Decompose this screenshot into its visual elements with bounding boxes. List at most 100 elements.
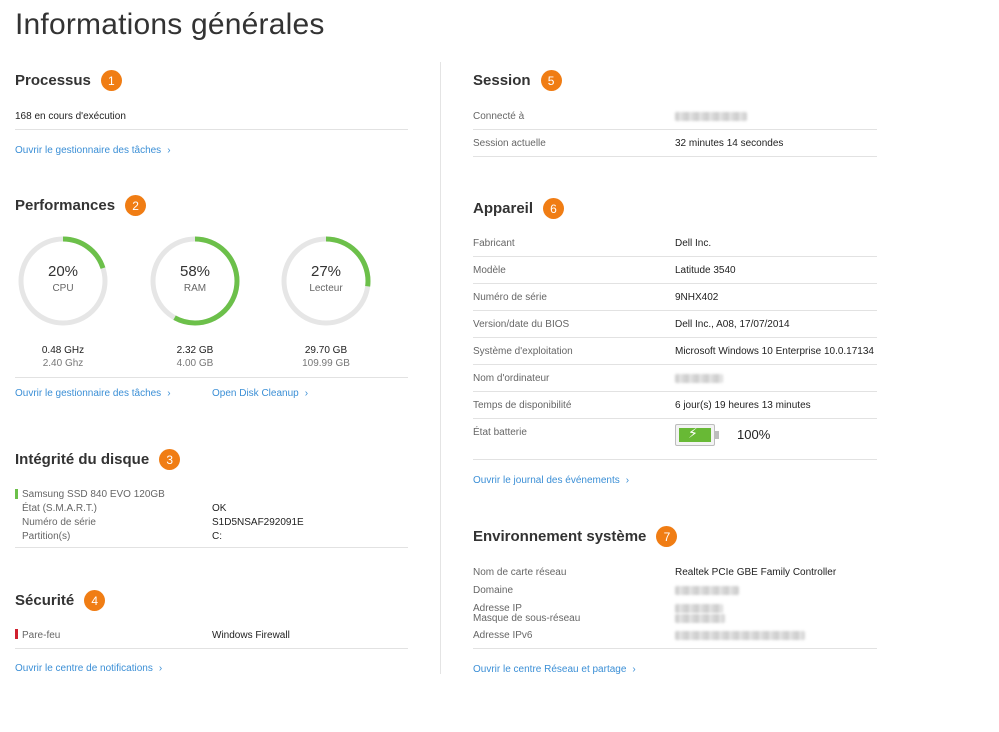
open-disk-cleanup-label: Open Disk Cleanup bbox=[212, 388, 299, 399]
divider bbox=[473, 459, 877, 460]
device-serial-value: 9NHX402 bbox=[675, 292, 719, 303]
cpu-gauge: 20% CPU bbox=[17, 235, 109, 327]
processus-badge: 1 bbox=[100, 70, 122, 91]
subnet-mask-label: Masque de sous-réseau bbox=[473, 613, 581, 624]
drive-label: Lecteur bbox=[309, 283, 343, 294]
connected-to-label: Connecté à bbox=[473, 111, 525, 122]
session-header: Session 5 bbox=[473, 70, 562, 91]
open-task-manager-link[interactable]: Ouvrir le gestionnaire des tâches › bbox=[15, 145, 171, 156]
battery-value: 100% bbox=[737, 427, 771, 442]
connected-to-redacted bbox=[675, 112, 747, 121]
bios-label: Version/date du BIOS bbox=[473, 319, 570, 330]
disk-serial-value: S1D5NSAF292091E bbox=[212, 517, 304, 528]
firewall-warning-indicator bbox=[15, 629, 18, 639]
divider bbox=[473, 418, 877, 419]
appareil-badge: 6 bbox=[543, 198, 565, 219]
ip-address-redacted bbox=[675, 604, 723, 613]
securite-badge: 4 bbox=[84, 590, 106, 611]
chevron-right-icon: › bbox=[167, 145, 171, 156]
model-label: Modèle bbox=[473, 265, 506, 276]
uptime-value: 6 jour(s) 19 heures 13 minutes bbox=[675, 400, 811, 411]
ram-total: 4.00 GB bbox=[176, 358, 214, 369]
disk-serial-label: Numéro de série bbox=[22, 517, 96, 528]
drive-gauge: 27% Lecteur bbox=[280, 235, 372, 327]
session-badge: 5 bbox=[540, 70, 562, 91]
firewall-value: Windows Firewall bbox=[212, 630, 290, 641]
uptime-label: Temps de disponibilité bbox=[473, 400, 572, 411]
environnement-badge: 7 bbox=[656, 526, 678, 547]
ram-gauge: 58% RAM bbox=[149, 235, 241, 327]
divider bbox=[473, 156, 877, 157]
chevron-right-icon: › bbox=[625, 475, 630, 486]
divider bbox=[473, 310, 877, 311]
charging-bolt-icon: ⚡ bbox=[688, 425, 698, 441]
model-value: Latitude 3540 bbox=[675, 265, 736, 276]
ram-used: 2.32 GB bbox=[176, 345, 214, 356]
divider bbox=[473, 129, 877, 130]
environnement-header: Environnement système 7 bbox=[473, 526, 678, 547]
performances-title: Performances bbox=[15, 197, 116, 214]
smart-state-value: OK bbox=[212, 503, 227, 514]
cpu-percent: 20% bbox=[47, 263, 79, 280]
drive-gauge-ring bbox=[281, 236, 371, 326]
performances-badge: 2 bbox=[125, 195, 147, 216]
chevron-right-icon: › bbox=[158, 663, 163, 674]
open-notifications-center-label: Ouvrir le centre de notifications bbox=[15, 663, 153, 674]
open-event-log-link[interactable]: Ouvrir le journal des événements › bbox=[473, 475, 629, 486]
current-session-value: 32 minutes 14 secondes bbox=[675, 138, 784, 149]
page-title: Informations générales bbox=[15, 8, 325, 41]
network-card-label: Nom de carte réseau bbox=[473, 567, 567, 578]
ram-gauge-ring bbox=[150, 236, 240, 326]
processus-title: Processus bbox=[15, 72, 91, 89]
os-label: Système d'exploitation bbox=[473, 346, 573, 357]
cpu-gauge-ring bbox=[18, 236, 108, 326]
appareil-title: Appareil bbox=[473, 200, 534, 217]
device-serial-label: Numéro de série bbox=[473, 292, 547, 303]
computer-name-redacted bbox=[675, 374, 723, 383]
smart-state-label: État (S.M.A.R.T.) bbox=[22, 503, 98, 514]
environnement-title: Environnement système bbox=[473, 528, 647, 545]
disk-ok-indicator bbox=[15, 489, 18, 499]
battery-label: État batterie bbox=[473, 427, 527, 438]
ram-label: RAM bbox=[183, 283, 207, 294]
securite-title: Sécurité bbox=[15, 592, 75, 609]
chevron-right-icon: › bbox=[632, 664, 636, 675]
divider bbox=[473, 391, 877, 392]
disque-badge: 3 bbox=[159, 449, 181, 470]
domain-label: Domaine bbox=[473, 585, 514, 596]
open-disk-cleanup-link[interactable]: Open Disk Cleanup › bbox=[212, 388, 308, 399]
chevron-right-icon: › bbox=[167, 388, 171, 399]
partitions-label: Partition(s) bbox=[22, 531, 71, 542]
drive-used: 29.70 GB bbox=[304, 345, 348, 356]
appareil-header: Appareil 6 bbox=[473, 198, 565, 219]
processus-header: Processus 1 bbox=[15, 70, 122, 91]
open-network-center-label: Ouvrir le centre Réseau et partage bbox=[473, 664, 627, 675]
perf-open-task-manager-label: Ouvrir le gestionnaire des tâches bbox=[15, 388, 162, 399]
divider bbox=[15, 129, 408, 130]
firewall-label: Pare-feu bbox=[22, 630, 61, 641]
divider bbox=[473, 256, 877, 257]
disque-header: Intégrité du disque 3 bbox=[15, 449, 181, 470]
disk-drive-name: Samsung SSD 840 EVO 120GB bbox=[22, 489, 165, 500]
ram-percent: 58% bbox=[179, 263, 211, 280]
partitions-value: C: bbox=[212, 531, 222, 542]
open-network-center-link[interactable]: Ouvrir le centre Réseau et partage › bbox=[473, 664, 636, 675]
divider bbox=[15, 648, 408, 649]
manufacturer-label: Fabricant bbox=[473, 238, 515, 249]
open-notifications-center-link[interactable]: Ouvrir le centre de notifications › bbox=[15, 663, 162, 674]
manufacturer-value: Dell Inc. bbox=[675, 238, 712, 249]
drive-percent: 27% bbox=[310, 263, 342, 280]
bios-value: Dell Inc., A08, 17/07/2014 bbox=[675, 319, 790, 330]
battery-icon: ⚡ bbox=[675, 424, 719, 446]
chevron-right-icon: › bbox=[304, 388, 309, 399]
perf-open-task-manager-link[interactable]: Ouvrir le gestionnaire des tâches › bbox=[15, 388, 171, 399]
divider bbox=[473, 283, 877, 284]
securite-header: Sécurité 4 bbox=[15, 590, 106, 611]
performances-header: Performances 2 bbox=[15, 195, 147, 216]
session-title: Session bbox=[473, 72, 531, 89]
cpu-label: CPU bbox=[52, 283, 74, 294]
drive-total: 109.99 GB bbox=[302, 358, 350, 369]
open-event-log-label: Ouvrir le journal des événements bbox=[473, 475, 620, 486]
network-card-value: Realtek PCIe GBE Family Controller bbox=[675, 567, 837, 578]
ipv6-label: Adresse IPv6 bbox=[473, 630, 533, 641]
